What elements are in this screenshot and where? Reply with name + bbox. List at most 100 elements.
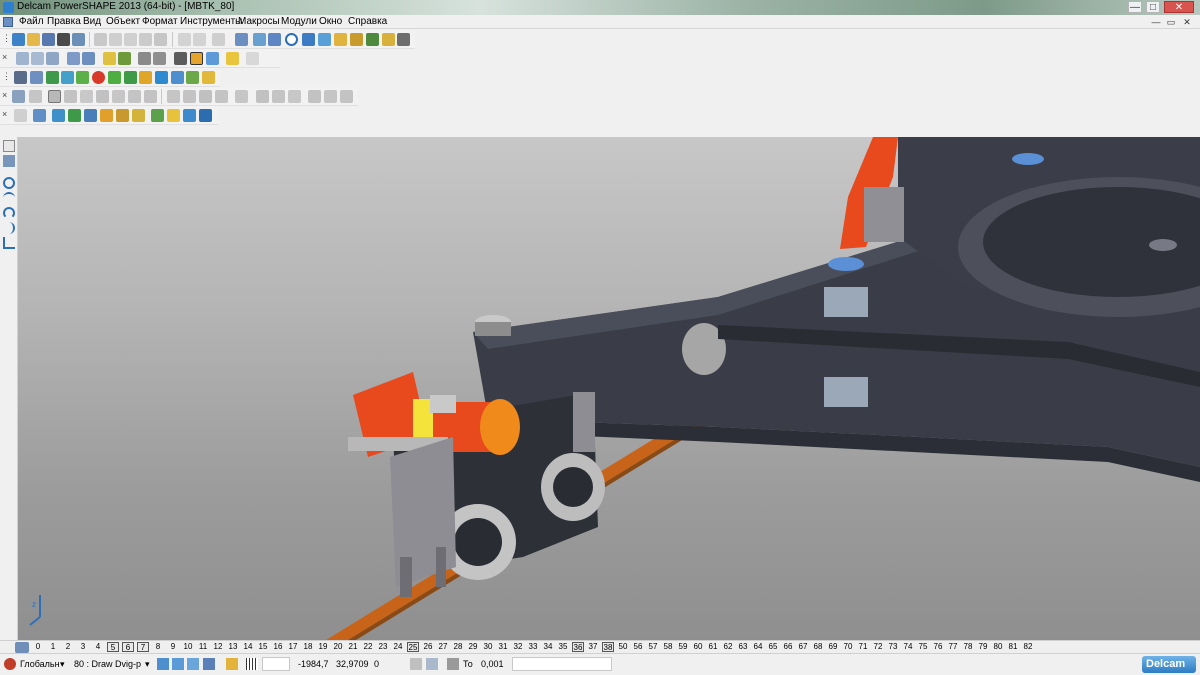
- level-button-active[interactable]: 25: [407, 642, 419, 652]
- feature17-icon[interactable]: [288, 90, 301, 103]
- grid-icon[interactable]: [14, 71, 27, 84]
- file-icon[interactable]: [30, 71, 43, 84]
- level-button[interactable]: 76: [932, 642, 944, 651]
- minimize-button[interactable]: —: [1128, 1, 1142, 13]
- level-button[interactable]: 67: [797, 642, 809, 651]
- level-button[interactable]: 22: [362, 642, 374, 651]
- feature1-icon[interactable]: [12, 90, 25, 103]
- snap-icon[interactable]: [157, 658, 169, 670]
- level-button[interactable]: 77: [947, 642, 959, 651]
- assembly-icon[interactable]: [366, 33, 379, 46]
- level-button[interactable]: 59: [677, 642, 689, 651]
- redo-icon[interactable]: [193, 33, 206, 46]
- level-button[interactable]: 16: [272, 642, 284, 651]
- feature9-icon[interactable]: [144, 90, 157, 103]
- maximize-button[interactable]: □: [1146, 1, 1160, 13]
- box-icon[interactable]: [124, 71, 137, 84]
- workplane-select[interactable]: Глобальн: [20, 659, 60, 669]
- circle-icon[interactable]: [285, 33, 298, 46]
- level-button-active[interactable]: 6: [122, 642, 134, 652]
- feature10-icon[interactable]: [167, 90, 180, 103]
- level-button[interactable]: 0: [32, 642, 44, 651]
- light-icon[interactable]: [226, 52, 239, 65]
- level-button[interactable]: 1: [47, 642, 59, 651]
- level-button[interactable]: 61: [707, 642, 719, 651]
- toolbar-grip-icon[interactable]: ⋮: [2, 33, 11, 44]
- level-button[interactable]: 79: [977, 642, 989, 651]
- feature15-icon[interactable]: [256, 90, 269, 103]
- filter-icon[interactable]: [3, 155, 15, 167]
- feature13-icon[interactable]: [215, 90, 228, 103]
- copy-icon[interactable]: [72, 33, 85, 46]
- solid-sub-icon[interactable]: [68, 109, 81, 122]
- level-button[interactable]: 27: [437, 642, 449, 651]
- level-button-active[interactable]: 38: [602, 642, 614, 652]
- settings-icon[interactable]: [226, 658, 238, 670]
- view-top-icon[interactable]: [16, 52, 29, 65]
- arc-tool-icon[interactable]: [3, 192, 15, 204]
- level-button[interactable]: 82: [1022, 642, 1034, 651]
- pattern-icon[interactable]: [100, 109, 113, 122]
- zoom-out-icon[interactable]: [118, 52, 131, 65]
- units-icon[interactable]: [426, 658, 438, 670]
- level-button[interactable]: 31: [497, 642, 509, 651]
- view-side-icon[interactable]: [46, 52, 59, 65]
- draft-icon[interactable]: [167, 109, 180, 122]
- mdi-close-button[interactable]: ✕: [1181, 16, 1193, 28]
- line-tool-icon[interactable]: [3, 237, 15, 249]
- shape3-icon[interactable]: [76, 71, 89, 84]
- level-button[interactable]: 8: [152, 642, 164, 651]
- wireframe-icon[interactable]: [206, 52, 219, 65]
- cylinder-icon[interactable]: [139, 71, 152, 84]
- delete-icon[interactable]: [124, 33, 137, 46]
- feature5-icon[interactable]: [80, 90, 93, 103]
- solid-icon[interactable]: [350, 33, 363, 46]
- shell-icon[interactable]: [116, 109, 129, 122]
- thread-icon[interactable]: [132, 109, 145, 122]
- level-button[interactable]: 66: [782, 642, 794, 651]
- level-button[interactable]: 50: [617, 642, 629, 651]
- feature3-icon[interactable]: [48, 90, 61, 103]
- chamfer-icon[interactable]: [199, 109, 212, 122]
- shade-icon[interactable]: [190, 52, 203, 65]
- level-button[interactable]: 17: [287, 642, 299, 651]
- arc-icon[interactable]: [302, 33, 315, 46]
- feature12-icon[interactable]: [199, 90, 212, 103]
- menu-macros[interactable]: Макросы: [238, 16, 280, 27]
- pick-icon[interactable]: [235, 33, 248, 46]
- shape2-icon[interactable]: [61, 71, 74, 84]
- menu-tools[interactable]: Инструменты: [180, 16, 242, 27]
- wire-icon[interactable]: [14, 109, 27, 122]
- open-icon[interactable]: [27, 33, 40, 46]
- feature11-icon[interactable]: [183, 90, 196, 103]
- level-button[interactable]: 60: [692, 642, 704, 651]
- level-button-active[interactable]: 5: [107, 642, 119, 652]
- view-front-icon[interactable]: [31, 52, 44, 65]
- print-icon[interactable]: [57, 33, 70, 46]
- format-icon[interactable]: [139, 33, 152, 46]
- feature4-icon[interactable]: [64, 90, 77, 103]
- tools-icon[interactable]: [397, 33, 410, 46]
- level-button[interactable]: 62: [722, 642, 734, 651]
- mdi-restore-button[interactable]: ▭: [1165, 16, 1177, 28]
- paste-icon[interactable]: [109, 33, 122, 46]
- document-icon[interactable]: [3, 17, 13, 27]
- level-button[interactable]: 64: [752, 642, 764, 651]
- level-button[interactable]: 68: [812, 642, 824, 651]
- feature7-icon[interactable]: [112, 90, 125, 103]
- feature19-icon[interactable]: [324, 90, 337, 103]
- menu-object[interactable]: Объект: [106, 16, 140, 27]
- level-button[interactable]: 15: [257, 642, 269, 651]
- spring-icon[interactable]: [171, 71, 184, 84]
- level-button[interactable]: 71: [857, 642, 869, 651]
- fillet-icon[interactable]: [183, 109, 196, 122]
- electrode-icon[interactable]: [382, 33, 395, 46]
- mdi-minimize-button[interactable]: —: [1150, 16, 1162, 28]
- level-button[interactable]: 4: [92, 642, 104, 651]
- curve-icon[interactable]: [318, 33, 331, 46]
- level-select[interactable]: 80 : Draw Dvig-p: [74, 659, 141, 669]
- level-button[interactable]: 72: [872, 642, 884, 651]
- feature2-icon[interactable]: [29, 90, 42, 103]
- save-icon[interactable]: [42, 33, 55, 46]
- menu-help[interactable]: Справка: [348, 16, 387, 27]
